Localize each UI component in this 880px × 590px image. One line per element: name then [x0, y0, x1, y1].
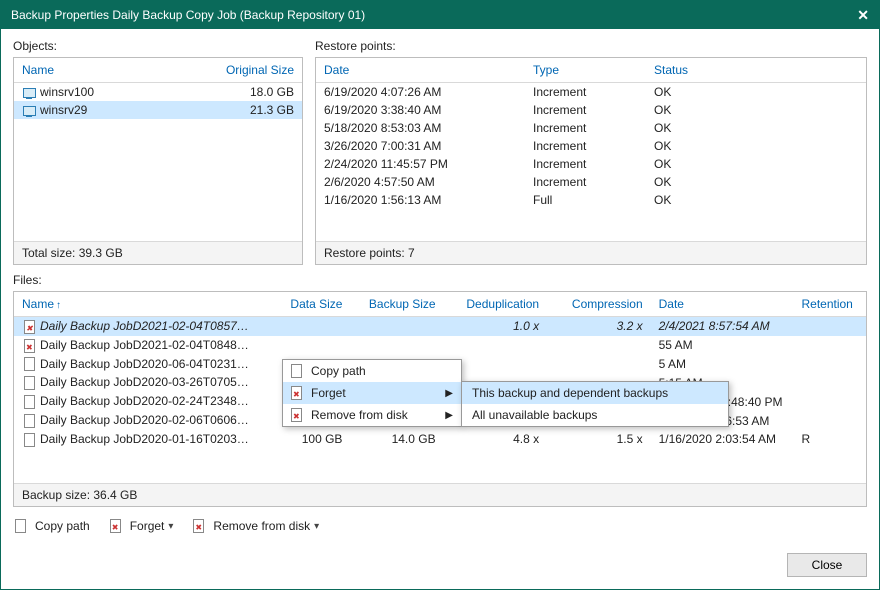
- restore-row[interactable]: 3/26/2020 7:00:31 AMIncrementOK: [316, 137, 866, 155]
- upper-panels: Objects: Name Original Size winsrv1001: [13, 39, 867, 265]
- backup-file-icon: [22, 395, 36, 409]
- backup-file-icon: [22, 433, 36, 447]
- restore-grid[interactable]: Date Type Status 6/19/2020 4:07:26 AMInc…: [316, 58, 866, 241]
- forget-submenu[interactable]: This backup and dependent backups All un…: [461, 381, 729, 427]
- restore-row[interactable]: 5/18/2020 8:53:03 AMIncrementOK: [316, 119, 866, 137]
- objects-grid[interactable]: Name Original Size winsrv10018.0 GBwinsr…: [14, 58, 302, 241]
- copy-path-icon: [289, 364, 305, 378]
- footer-row: Close: [13, 541, 867, 577]
- forget-button[interactable]: Forget ▾: [108, 519, 174, 533]
- restore-row[interactable]: 6/19/2020 4:07:26 AMIncrementOK: [316, 83, 866, 102]
- restore-col-spacer: [756, 58, 866, 83]
- close-button[interactable]: Close: [787, 553, 867, 577]
- forget-icon: [108, 519, 122, 533]
- files-col-date[interactable]: Date: [651, 292, 794, 317]
- files-row[interactable]: Daily Backup JobD2020-01-16T020354...100…: [14, 430, 866, 449]
- remove-icon: [289, 408, 305, 422]
- chevron-down-icon: ▾: [168, 521, 173, 532]
- bottom-toolbar: Copy path Forget ▾ Remove from disk ▾: [13, 515, 867, 533]
- objects-section: Objects: Name Original Size winsrv1001: [13, 39, 303, 265]
- restore-label: Restore points:: [315, 39, 867, 53]
- files-col-dedup[interactable]: Deduplication: [444, 292, 548, 317]
- backup-properties-window: Backup Properties Daily Backup Copy Job …: [0, 0, 880, 590]
- backup-file-icon: [22, 376, 36, 390]
- files-col-ret[interactable]: Retention: [793, 292, 866, 317]
- objects-row[interactable]: winsrv10018.0 GB: [14, 83, 302, 102]
- files-col-backup[interactable]: Backup Size: [350, 292, 443, 317]
- copy-path-button[interactable]: Copy path: [13, 519, 90, 533]
- restore-col-date[interactable]: Date: [316, 58, 525, 83]
- submenu-arrow-icon: ▶: [445, 410, 453, 421]
- backup-file-icon: [22, 320, 36, 334]
- objects-col-name[interactable]: Name: [14, 58, 193, 83]
- sort-asc-icon: ↑: [56, 300, 61, 311]
- objects-panel: Name Original Size winsrv10018.0 GBwinsr…: [13, 57, 303, 265]
- restore-row[interactable]: 2/24/2020 11:45:57 PMIncrementOK: [316, 155, 866, 173]
- restore-section: Restore points: Date Type Status: [315, 39, 867, 265]
- context-copy-path[interactable]: Copy path: [283, 360, 461, 382]
- restore-panel: Date Type Status 6/19/2020 4:07:26 AMInc…: [315, 57, 867, 265]
- restore-table: Date Type Status 6/19/2020 4:07:26 AMInc…: [316, 58, 866, 209]
- window-body: Objects: Name Original Size winsrv1001: [1, 29, 879, 589]
- files-footer: Backup size: 36.4 GB: [14, 483, 866, 506]
- objects-col-size[interactable]: Original Size: [193, 58, 302, 83]
- context-remove[interactable]: Remove from disk ▶: [283, 404, 461, 426]
- context-menu[interactable]: Copy path Forget ▶ Remove from disk ▶: [282, 359, 462, 427]
- copy-path-icon: [13, 519, 27, 533]
- restore-col-status[interactable]: Status: [646, 58, 756, 83]
- objects-table: Name Original Size winsrv10018.0 GBwinsr…: [14, 58, 302, 119]
- files-col-comp[interactable]: Compression: [547, 292, 651, 317]
- files-row[interactable]: Daily Backup JobD2021-02-04T084855...55 …: [14, 336, 866, 355]
- objects-footer: Total size: 39.3 GB: [14, 241, 302, 264]
- objects-label: Objects:: [13, 39, 303, 53]
- files-row[interactable]: Daily Backup JobD2021-02-04T085754...1.0…: [14, 317, 866, 336]
- backup-file-icon: [22, 357, 36, 371]
- restore-col-type[interactable]: Type: [525, 58, 646, 83]
- vm-icon: [22, 87, 36, 99]
- context-forget[interactable]: Forget ▶: [283, 382, 461, 404]
- vm-icon: [22, 105, 36, 117]
- forget-icon: [289, 386, 305, 400]
- backup-file-icon: [22, 414, 36, 428]
- submenu-arrow-icon: ▶: [445, 388, 453, 399]
- restore-row[interactable]: 6/19/2020 3:38:40 AMIncrementOK: [316, 101, 866, 119]
- files-label: Files:: [13, 273, 867, 287]
- remove-icon: [191, 519, 205, 533]
- forget-this-and-deps[interactable]: This backup and dependent backups: [462, 382, 728, 404]
- backup-file-icon: [22, 339, 36, 353]
- restore-footer: Restore points: 7: [316, 241, 866, 264]
- close-icon[interactable]: ✕: [857, 7, 869, 24]
- files-col-data[interactable]: Data Size: [262, 292, 350, 317]
- remove-from-disk-button[interactable]: Remove from disk ▾: [191, 519, 319, 533]
- restore-row[interactable]: 2/6/2020 4:57:50 AMIncrementOK: [316, 173, 866, 191]
- restore-row[interactable]: 1/16/2020 1:56:13 AMFullOK: [316, 191, 866, 209]
- forget-all-unavailable[interactable]: All unavailable backups: [462, 404, 728, 426]
- titlebar: Backup Properties Daily Backup Copy Job …: [1, 1, 879, 29]
- objects-row[interactable]: winsrv2921.3 GB: [14, 101, 302, 119]
- files-col-name[interactable]: Name↑: [14, 292, 262, 317]
- chevron-down-icon: ▾: [314, 521, 319, 532]
- window-title: Backup Properties Daily Backup Copy Job …: [11, 8, 365, 22]
